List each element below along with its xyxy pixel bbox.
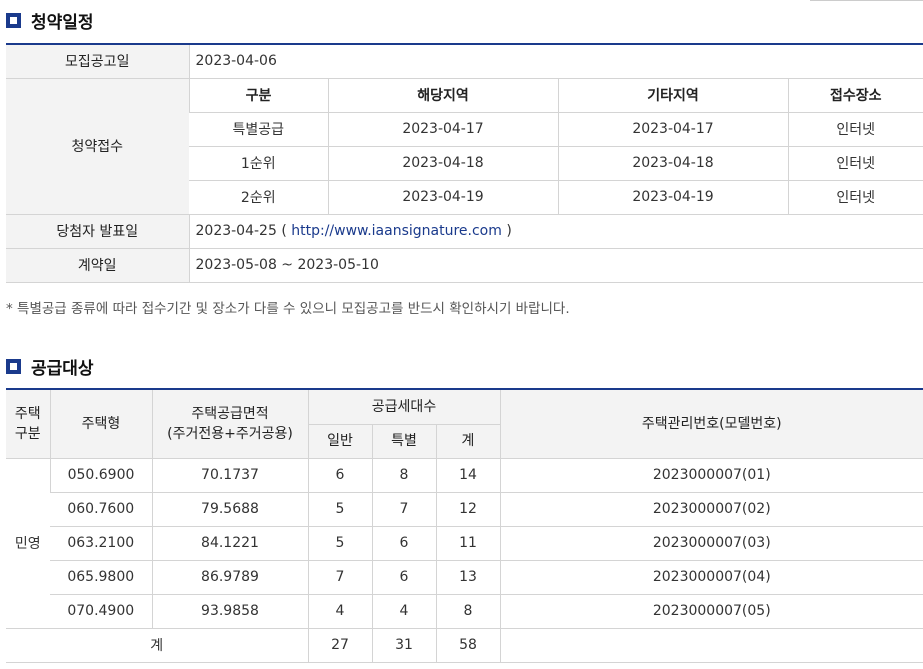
mgmt-number: 2023000007(05) xyxy=(499,594,923,629)
header-mgmt: 주택관리번호(모델번호) xyxy=(499,389,923,459)
supply-header-row: 주택 구분 주택형 주택공급면적 (주거전용+주거공용) 공급세대수 주택관리번… xyxy=(6,389,923,459)
total-count: 13 xyxy=(435,560,500,595)
supply-title-text: 공급대상 xyxy=(31,359,94,379)
contract-value: 2023-05-08 ~ 2023-05-10 xyxy=(188,248,923,283)
application-local-date: 2023-04-17 xyxy=(327,112,558,147)
application-type: 특별공급 xyxy=(189,112,328,147)
header-house-type: 주택형 xyxy=(49,389,152,459)
area: 84.1221 xyxy=(151,526,308,561)
general-count: 5 xyxy=(307,526,372,561)
application-header-row: 청약접수 구분 해당지역 기타지역 접수장소 xyxy=(6,78,923,215)
open-paren: ( xyxy=(281,223,287,239)
area: 79.5688 xyxy=(151,492,308,527)
special-count: 6 xyxy=(371,560,436,595)
application-other-date: 2023-04-18 xyxy=(557,146,788,181)
winner-value: 2023-04-25 ( http://www.iaansignature.co… xyxy=(188,214,923,249)
application-local-date: 2023-04-18 xyxy=(327,146,558,181)
sum-mgmt-empty xyxy=(499,628,923,663)
total-count: 8 xyxy=(435,594,500,629)
total-count: 12 xyxy=(435,492,500,527)
supply-row: 070.4900 93.9858 4 4 8 2023000007(05) xyxy=(6,594,923,629)
application-local-date: 2023-04-19 xyxy=(327,180,558,215)
sum-general: 27 xyxy=(307,628,372,663)
mgmt-number: 2023000007(02) xyxy=(499,492,923,527)
header-category: 주택 구분 xyxy=(6,389,50,459)
area: 70.1737 xyxy=(151,458,308,493)
application-header-type: 구분 xyxy=(188,78,328,113)
announcement-label: 모집공고일 xyxy=(6,44,189,79)
header-category-line1: 주택 xyxy=(14,405,41,422)
winner-row: 당첨자 발표일 2023-04-25 ( http://www.iaansign… xyxy=(6,214,923,249)
supply-sum-row: 계 27 31 58 xyxy=(6,628,923,663)
general-count: 7 xyxy=(307,560,372,595)
special-count: 6 xyxy=(371,526,436,561)
application-place: 인터넷 xyxy=(787,146,923,181)
house-type: 060.7600 xyxy=(50,492,152,527)
header-general: 일반 xyxy=(307,424,372,459)
schedule-table: 모집공고일 2023-04-06 청약접수 구분 해당지역 기타지역 접수장소 … xyxy=(6,43,923,283)
winner-label: 당첨자 발표일 xyxy=(6,214,189,249)
application-header-other: 기타지역 xyxy=(557,78,788,113)
header-area: 주택공급면적 (주거전용+주거공용) xyxy=(151,389,308,459)
header-area-line2: (주거전용+주거공용) xyxy=(167,425,293,442)
header-total: 계 xyxy=(435,424,500,459)
winner-website-link[interactable]: http://www.iaansignature.com xyxy=(291,223,502,239)
application-other-date: 2023-04-17 xyxy=(557,112,788,147)
application-other-date: 2023-04-19 xyxy=(557,180,788,215)
schedule-title-text: 청약일정 xyxy=(31,13,94,33)
header-category-line2: 구분 xyxy=(14,425,41,442)
house-type: 070.4900 xyxy=(50,594,152,629)
close-paren: ) xyxy=(506,223,512,239)
application-type: 2순위 xyxy=(189,180,328,215)
mgmt-number: 2023000007(04) xyxy=(499,560,923,595)
total-count: 14 xyxy=(435,458,500,493)
square-bullet-icon xyxy=(6,359,21,374)
winner-date: 2023-04-25 xyxy=(195,223,277,239)
sum-total: 58 xyxy=(435,628,500,663)
category-cell: 민영 xyxy=(6,458,50,629)
total-count: 11 xyxy=(435,526,500,561)
supply-row: 065.9800 86.9789 7 6 13 2023000007(04) xyxy=(6,560,923,595)
house-type: 065.9800 xyxy=(50,560,152,595)
house-type: 050.6900 xyxy=(49,458,152,493)
square-bullet-icon xyxy=(6,13,21,28)
contract-row: 계약일 2023-05-08 ~ 2023-05-10 xyxy=(6,248,923,283)
general-count: 5 xyxy=(307,492,372,527)
supply-row: 060.7600 79.5688 5 7 12 2023000007(02) xyxy=(6,492,923,527)
application-header-local: 해당지역 xyxy=(327,78,558,113)
application-place: 인터넷 xyxy=(787,112,923,147)
special-count: 4 xyxy=(371,594,436,629)
house-type: 063.2100 xyxy=(50,526,152,561)
supply-row: 063.2100 84.1221 5 6 11 2023000007(03) xyxy=(6,526,923,561)
supply-table: 주택 구분 주택형 주택공급면적 (주거전용+주거공용) 공급세대수 주택관리번… xyxy=(6,388,923,663)
area: 93.9858 xyxy=(151,594,308,629)
supply-section-title: 공급대상 xyxy=(6,354,94,379)
sum-label: 계 xyxy=(6,628,308,663)
application-place: 인터넷 xyxy=(787,180,923,215)
schedule-section-title: 청약일정 xyxy=(6,8,94,33)
announcement-row: 모집공고일 2023-04-06 xyxy=(6,44,923,79)
schedule-note: * 특별공급 종류에 따라 접수기간 및 장소가 다를 수 있으니 모집공고를 … xyxy=(6,301,570,317)
contract-label: 계약일 xyxy=(6,248,189,283)
application-type: 1순위 xyxy=(189,146,328,181)
header-special: 특별 xyxy=(371,424,436,459)
header-households: 공급세대수 xyxy=(307,389,500,425)
special-count: 7 xyxy=(371,492,436,527)
announcement-value: 2023-04-06 xyxy=(188,44,923,79)
header-area-line1: 주택공급면적 xyxy=(191,405,269,422)
supply-row: 민영 050.6900 70.1737 6 8 14 2023000007(01… xyxy=(6,458,923,629)
application-label: 청약접수 xyxy=(6,78,189,215)
area: 86.9789 xyxy=(151,560,308,595)
sum-special: 31 xyxy=(371,628,436,663)
mgmt-number: 2023000007(01) xyxy=(499,458,923,493)
general-count: 6 xyxy=(307,458,372,493)
general-count: 4 xyxy=(307,594,372,629)
top-divider xyxy=(810,0,923,1)
special-count: 8 xyxy=(371,458,436,493)
application-header-place: 접수장소 xyxy=(787,78,923,113)
mgmt-number: 2023000007(03) xyxy=(499,526,923,561)
